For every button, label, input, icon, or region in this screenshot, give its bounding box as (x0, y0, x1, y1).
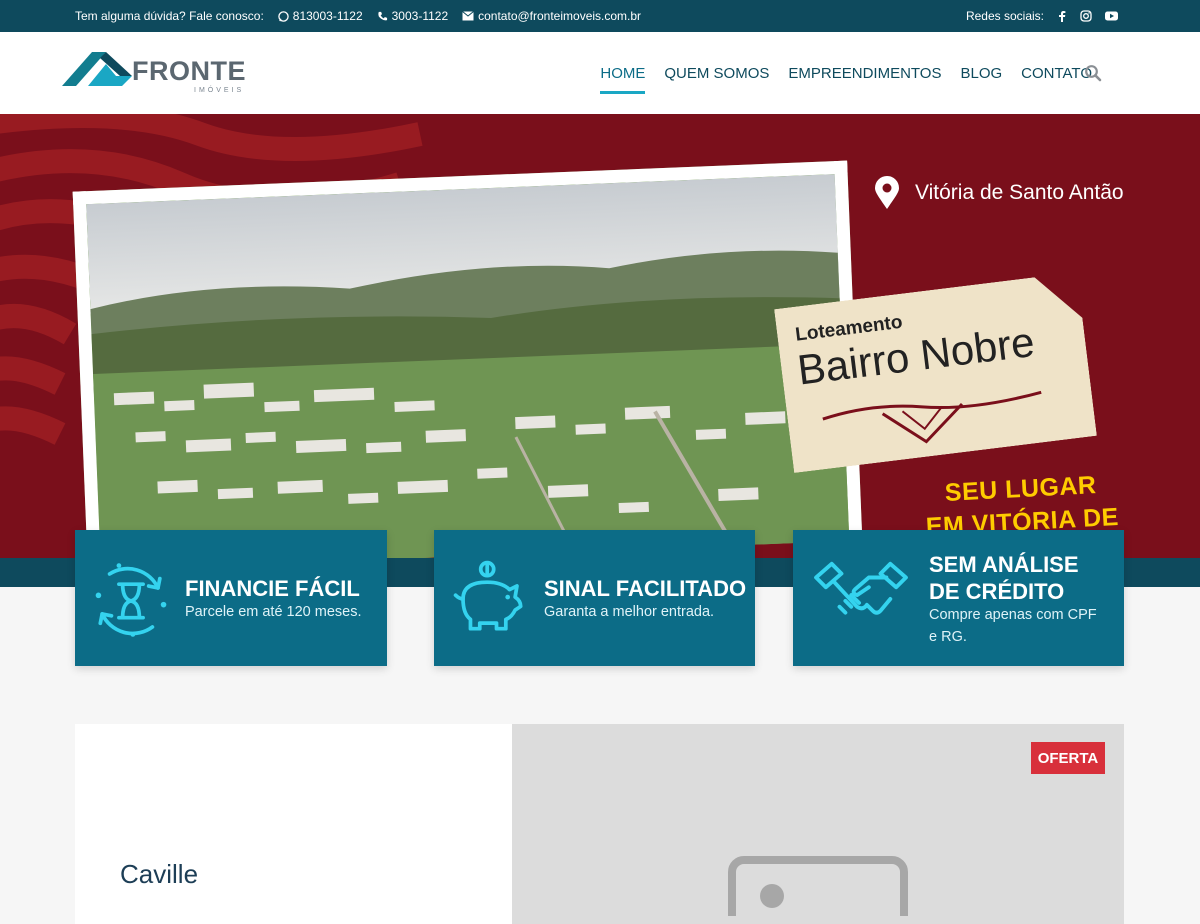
logo-mark-icon (62, 52, 132, 86)
feature-desc-line-1: Compre apenas com CPF (929, 607, 1097, 623)
aerial-city-image (86, 173, 861, 572)
nav-contato[interactable]: CONTATO (1021, 59, 1092, 88)
feature-title: SINAL FACILITADO (544, 576, 747, 601)
feature-desc-line-2: e RG. (929, 629, 967, 645)
phone-icon (378, 11, 387, 20)
site-logo[interactable]: FRONTE IMÓVEIS (62, 50, 252, 100)
image-placeholder-icon (728, 856, 908, 916)
feature-desc: Garanta a melhor entrada. (544, 604, 715, 620)
feature-title-line-2: DE CRÉDITO (929, 579, 1065, 604)
nav-empreendimentos[interactable]: EMPREENDIMENTOS (788, 59, 941, 88)
whatsapp-number: 813003-1122 (292, 9, 363, 23)
handshake-icon (814, 561, 908, 615)
property-card[interactable]: Caville OFERTA (75, 724, 1124, 924)
feature-sem-analise: SEM ANÁLISE DE CRÉDITO Compre apenas com… (793, 530, 1124, 666)
piggy-bank-icon (453, 560, 523, 631)
feature-title: FINANCIE FÁCIL (185, 576, 360, 601)
facebook-icon[interactable] (1057, 10, 1067, 22)
main-nav: HOME QUEM SOMOS EMPREENDIMENTOS BLOG CON… (600, 32, 1092, 114)
whatsapp-link[interactable]: 813003-1122 (278, 9, 363, 23)
youtube-icon[interactable] (1105, 11, 1118, 21)
search-icon[interactable] (1084, 64, 1102, 82)
feature-title: SEM ANÁLISE DE CRÉDITO (929, 551, 1079, 605)
social-label: Redes sociais: (965, 9, 1044, 23)
contact-info: Tem alguma dúvida? Fale conosco: 813003-… (75, 0, 641, 32)
nav-blog[interactable]: BLOG (960, 59, 1002, 88)
email-address: contato@fronteimoveis.com.br (478, 9, 642, 23)
email-link[interactable]: contato@fronteimoveis.com.br (462, 9, 641, 23)
offer-badge: OFERTA (1031, 742, 1105, 774)
feature-financie-facil: FINANCIE FÁCIL Parcele em até 120 meses. (75, 530, 387, 666)
logo-wordmark: FRONTE (132, 56, 246, 86)
top-bar: Tem alguma dúvida? Fale conosco: 813003-… (0, 0, 1200, 32)
feature-desc: Compre apenas com CPF e RG. (929, 604, 1097, 648)
feature-desc: Parcele em até 120 meses. (185, 604, 362, 620)
phone-number: 3003-1122 (391, 9, 449, 23)
location-text: Vitória de Santo Antão (915, 181, 1124, 204)
property-title[interactable]: Caville (120, 859, 198, 890)
social-links: Redes sociais: (966, 0, 1118, 32)
contact-question: Tem alguma dúvida? Fale conosco: (75, 9, 264, 23)
hero-location: Vitória de Santo Antão (874, 176, 1124, 210)
nav-home[interactable]: HOME (600, 59, 646, 94)
phone-link[interactable]: 3003-1122 (377, 9, 449, 23)
feature-title-line-1: SEM ANÁLISE (929, 552, 1079, 577)
nav-quem-somos[interactable]: QUEM SOMOS (664, 59, 769, 88)
feature-sinal-facilitado: SINAL FACILITADO Garanta a melhor entrad… (434, 530, 755, 666)
hero-aerial-photo (72, 160, 863, 572)
logo-subtitle: IMÓVEIS (194, 87, 245, 94)
hourglass-cycle-icon (95, 563, 167, 637)
whatsapp-icon (278, 10, 289, 22)
envelope-icon (462, 11, 474, 21)
map-pin-icon (875, 176, 899, 209)
instagram-icon[interactable] (1080, 10, 1092, 22)
